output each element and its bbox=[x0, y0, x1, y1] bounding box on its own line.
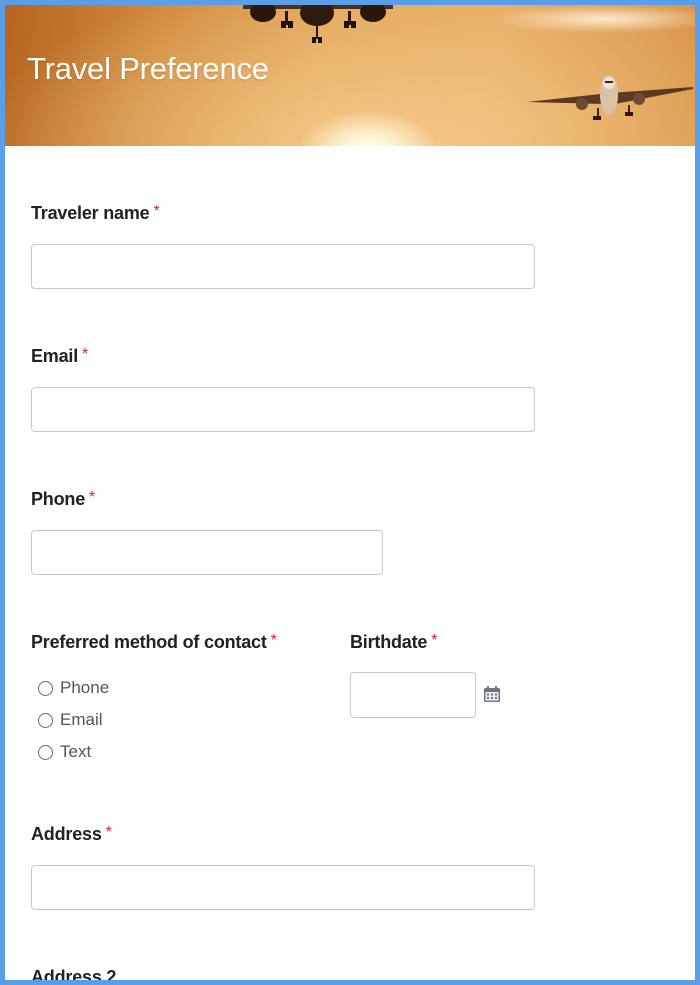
address-label: Address * bbox=[31, 824, 112, 845]
address-input[interactable] bbox=[31, 865, 535, 910]
plane-silhouette-icon bbox=[243, 5, 393, 43]
radio-label: Phone bbox=[60, 678, 110, 697]
plane-landing-icon bbox=[527, 75, 693, 120]
phone-input[interactable] bbox=[31, 530, 383, 575]
radio-label: Email bbox=[60, 710, 103, 729]
email-label-text: Email bbox=[31, 346, 79, 366]
calendar-icon[interactable] bbox=[483, 686, 501, 703]
form-frame: Travel Preference Traveler name * Email * … bbox=[5, 5, 695, 980]
email-label: Email * bbox=[31, 346, 88, 367]
required-asterisk: * bbox=[270, 632, 277, 649]
required-asterisk: * bbox=[105, 824, 112, 841]
phone-label: Phone * bbox=[31, 489, 95, 510]
contact-option-text[interactable]: Text bbox=[38, 742, 91, 762]
header-banner: Travel Preference bbox=[5, 5, 695, 146]
form-title: Travel Preference bbox=[27, 51, 269, 86]
radio-button[interactable] bbox=[38, 680, 53, 696]
radio-button[interactable] bbox=[38, 712, 53, 728]
birthdate-label: Birthdate * bbox=[350, 632, 437, 653]
contact-method-label: Preferred method of contact * bbox=[31, 632, 277, 653]
contact-method-label-text: Preferred method of contact bbox=[31, 632, 267, 652]
address2-label: Address 2 bbox=[31, 967, 116, 980]
required-asterisk: * bbox=[89, 489, 96, 506]
traveler-name-label: Traveler name * bbox=[31, 203, 160, 224]
required-asterisk: * bbox=[82, 346, 89, 363]
radio-button[interactable] bbox=[38, 744, 53, 760]
contact-option-email[interactable]: Email bbox=[38, 710, 103, 730]
traveler-name-input[interactable] bbox=[31, 244, 535, 289]
traveler-name-label-text: Traveler name bbox=[31, 203, 150, 223]
contact-option-phone[interactable]: Phone bbox=[38, 678, 109, 698]
address-label-text: Address bbox=[31, 824, 102, 844]
address2-label-text: Address 2 bbox=[31, 967, 117, 980]
birthdate-input[interactable] bbox=[350, 672, 476, 718]
birthdate-label-text: Birthdate bbox=[350, 632, 428, 652]
radio-label: Text bbox=[60, 742, 92, 761]
required-asterisk: * bbox=[431, 632, 438, 649]
required-asterisk: * bbox=[153, 203, 160, 220]
phone-label-text: Phone bbox=[31, 489, 86, 509]
email-input[interactable] bbox=[31, 387, 535, 432]
